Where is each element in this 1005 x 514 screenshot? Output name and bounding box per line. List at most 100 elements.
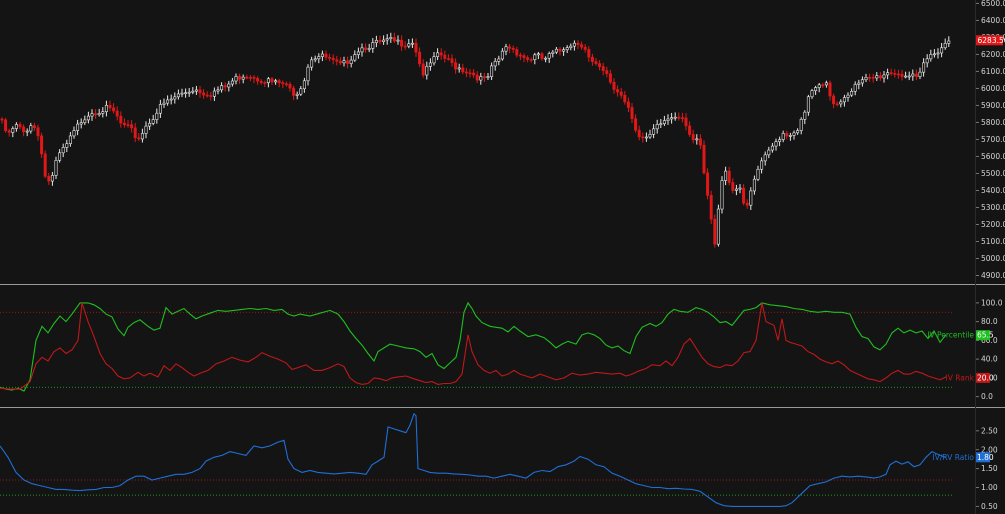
candle-body xyxy=(176,93,180,98)
candle-body xyxy=(709,195,713,220)
candle-body xyxy=(306,66,310,82)
candle-body xyxy=(54,160,58,176)
y-tick-label: 100.0 xyxy=(981,298,1003,307)
candle-body xyxy=(133,127,137,139)
candle-body xyxy=(821,84,825,87)
candle-body xyxy=(911,73,915,77)
candle-body xyxy=(511,48,515,50)
candle-body xyxy=(932,53,936,56)
candle-body xyxy=(734,188,738,191)
candle-body xyxy=(166,99,170,104)
candle-body xyxy=(612,81,616,90)
candle-body xyxy=(896,73,900,76)
candle-body xyxy=(619,91,623,96)
candle-body xyxy=(871,77,875,79)
candle-body xyxy=(90,113,94,117)
candle-body xyxy=(713,218,717,245)
candle-body xyxy=(929,54,933,60)
y-tick-label: 2.50 xyxy=(981,426,998,435)
iv-rank-value: 20.0 xyxy=(977,373,994,382)
candle-body xyxy=(900,73,904,77)
candle-body xyxy=(814,87,818,92)
y-tick-label: 6000.00 xyxy=(981,84,1005,93)
candle-body xyxy=(860,79,864,84)
candle-body xyxy=(68,135,72,144)
candle-body xyxy=(76,123,80,131)
candle-body xyxy=(662,120,666,125)
candle-body xyxy=(79,122,83,125)
candle-body xyxy=(670,117,674,120)
candle-body xyxy=(569,45,573,48)
candle-body xyxy=(454,62,458,70)
candle-body xyxy=(360,47,364,53)
candle-body xyxy=(277,80,281,83)
y-tick-label: 0.0 xyxy=(981,392,993,401)
candle-body xyxy=(817,84,821,88)
candle-body xyxy=(655,124,659,130)
candle-body xyxy=(792,132,796,136)
candle-body xyxy=(86,115,90,121)
candle-body xyxy=(529,59,533,61)
candle-body xyxy=(72,130,76,137)
candle-body xyxy=(608,73,612,83)
candle-body xyxy=(367,48,371,50)
candle-body xyxy=(320,53,324,57)
candle-body xyxy=(666,118,670,121)
candle-body xyxy=(346,60,350,64)
y-tick-label: 0.50 xyxy=(981,502,998,511)
candle-body xyxy=(781,133,785,140)
candle-body xyxy=(810,90,814,98)
candle-body xyxy=(198,89,202,94)
candle-body xyxy=(378,40,382,42)
candle-body xyxy=(223,85,227,88)
candle-body xyxy=(745,202,749,206)
candle-body xyxy=(446,58,450,60)
candle-body xyxy=(626,101,630,108)
candle-body xyxy=(101,111,105,114)
candle-body xyxy=(173,96,177,100)
candle-body xyxy=(281,82,285,85)
candle-body xyxy=(385,38,389,41)
candle-body xyxy=(97,113,101,116)
candle-body xyxy=(479,76,483,81)
candle-body xyxy=(414,42,418,53)
candle-body xyxy=(947,40,951,44)
candle-body xyxy=(886,72,890,76)
candle-body xyxy=(392,37,396,42)
candle-body xyxy=(727,170,731,183)
candle-body xyxy=(558,48,562,52)
candle-body xyxy=(594,61,598,64)
candle-body xyxy=(29,125,33,132)
candle-body xyxy=(256,78,260,82)
last-price-label: 6283.50 xyxy=(978,36,1005,45)
candle-body xyxy=(590,56,594,62)
candle-body xyxy=(551,51,555,54)
candle-body xyxy=(274,80,278,83)
candle-body xyxy=(583,46,587,50)
candle-body xyxy=(353,54,357,61)
candle-body xyxy=(58,152,62,161)
candle-body xyxy=(335,59,339,62)
candle-body xyxy=(914,73,918,77)
candle-body xyxy=(803,111,807,120)
candle-body xyxy=(515,49,519,56)
candle-body xyxy=(835,103,839,106)
candle-body xyxy=(763,154,767,162)
y-tick-label: 5500.00 xyxy=(981,169,1005,178)
candle-body xyxy=(295,93,299,96)
candle-body xyxy=(544,57,548,60)
candle-body xyxy=(788,135,792,137)
candle-body xyxy=(943,42,947,49)
candle-body xyxy=(695,138,699,141)
candle-body xyxy=(486,76,490,78)
iv-percentile-value: 65.5 xyxy=(977,331,994,340)
candle-body xyxy=(770,145,774,151)
candle-body xyxy=(832,95,836,105)
candle-body xyxy=(310,59,314,68)
candle-body xyxy=(652,128,656,135)
y-tick-label: 5100.00 xyxy=(981,237,1005,246)
candle-body xyxy=(410,42,414,45)
candle-body xyxy=(220,85,224,91)
candle-body xyxy=(684,117,688,127)
candle-body xyxy=(364,47,368,50)
